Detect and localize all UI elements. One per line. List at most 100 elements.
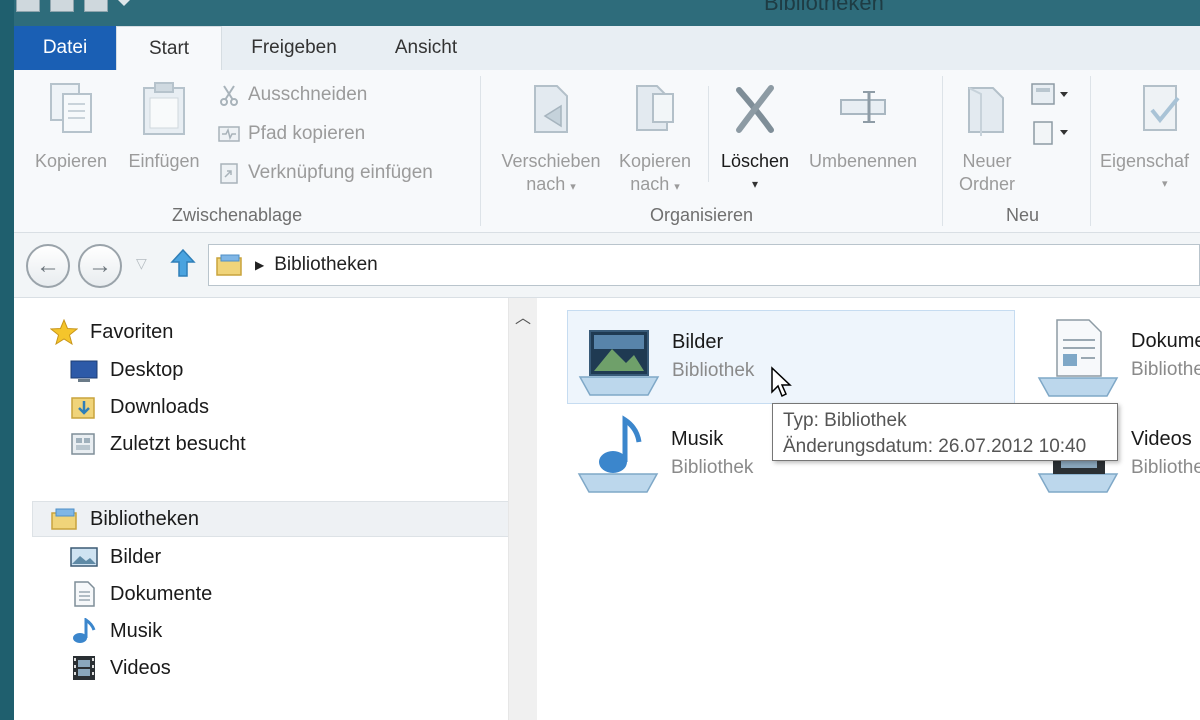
delete-x-icon <box>736 85 774 133</box>
item-name: Dokume <box>1131 330 1200 352</box>
title-bar: Bibliotheken <box>14 0 1200 26</box>
sidebar-item-favorites[interactable]: Favoriten <box>50 314 173 350</box>
explorer-window: Bibliotheken Datei Start Freigeben Ansic… <box>14 0 1200 720</box>
tooltip-modified-date: Änderungsdatum: 26.07.2012 10:40 <box>783 436 1087 457</box>
tab-freigeben[interactable]: Freigeben <box>226 26 362 70</box>
address-bar[interactable]: ▶ Bibliotheken <box>208 244 1200 286</box>
group-new-label: Neu <box>1006 205 1040 225</box>
chevron-down-icon[interactable] <box>118 0 130 12</box>
paste-button[interactable]: Einfügen <box>118 70 210 173</box>
tab-datei[interactable]: Datei <box>14 26 116 70</box>
library-item-documents[interactable]: Dokume Bibliothe <box>1027 310 1200 402</box>
quick-access-toolbar <box>16 0 130 14</box>
cut-label: Ausschneiden <box>248 84 368 105</box>
arrow-up-icon <box>170 248 196 277</box>
copy-path-icon <box>218 126 240 142</box>
documents-library-icon <box>1037 319 1119 397</box>
copy-to-icon <box>636 85 674 131</box>
easy-access-button[interactable] <box>1030 118 1070 151</box>
sidebar-item-videos[interactable]: Videos <box>70 650 171 686</box>
new-folder-button[interactable]: Neuer Ordner <box>948 70 1026 196</box>
easy-access-icon <box>1033 121 1068 145</box>
tab-ansicht[interactable]: Ansicht <box>370 26 482 70</box>
group-divider <box>942 76 943 226</box>
sidebar-item-label: Bilder <box>110 545 162 568</box>
navigation-bar: ← → ▽ ▶ Bibliotheken <box>14 233 1200 298</box>
move-to-label-2: nach <box>526 174 566 194</box>
sidebar-item-recent[interactable]: Zuletzt besucht <box>70 426 246 462</box>
sidebar-item-label: Videos <box>110 656 171 679</box>
group-divider <box>480 76 481 226</box>
breadcrumb[interactable]: Bibliotheken <box>274 254 378 276</box>
paste-shortcut-label: Verknüpfung einfügen <box>248 162 433 183</box>
sidebar-item-documents[interactable]: Dokumente <box>70 576 212 612</box>
cut-button[interactable]: Ausschneiden <box>218 84 367 106</box>
properties-icon <box>1143 85 1180 131</box>
new-item-icon <box>1031 83 1068 105</box>
chevron-up-icon[interactable]: ︿ <box>515 304 531 327</box>
forward-button[interactable]: → <box>78 244 122 288</box>
back-button[interactable]: ← <box>26 244 70 288</box>
arrow-left-icon: ← <box>36 252 60 279</box>
copy-icon <box>50 83 92 133</box>
copy-label: Kopieren <box>34 151 108 171</box>
copy-path-button[interactable]: Pfad kopieren <box>218 123 365 145</box>
breadcrumb-separator-icon[interactable]: ▶ <box>255 258 264 272</box>
recent-places-icon <box>71 433 95 455</box>
group-divider <box>1090 76 1091 226</box>
sidebar-scrollbar[interactable]: ︿ <box>508 298 537 720</box>
move-to-button[interactable]: Verschieben nach ▾ <box>492 70 610 199</box>
item-type: Bibliothek <box>671 457 754 478</box>
ribbon-tabs: Datei Start Freigeben Ansicht <box>14 26 1200 72</box>
music-library-icon <box>577 415 659 493</box>
properties-button[interactable]: Eigenschaf ▾ <box>1100 70 1200 196</box>
sidebar-item-music[interactable]: Musik <box>70 613 162 649</box>
up-button[interactable] <box>170 248 196 283</box>
new-folder-icon <box>968 87 1004 136</box>
delete-button[interactable]: Löschen ▾ <box>716 70 794 196</box>
item-name: Musik <box>671 428 724 450</box>
documents-icon <box>74 581 95 607</box>
properties-icon[interactable] <box>50 0 74 12</box>
copy-to-label-1: Kopieren <box>618 151 692 171</box>
folder-icon[interactable] <box>16 0 40 12</box>
tooltip-type: Typ: Bibliothek <box>783 410 907 431</box>
copy-to-button[interactable]: Kopieren nach ▾ <box>612 70 698 199</box>
item-type: Bibliothe <box>1131 359 1200 380</box>
copy-button[interactable]: Kopieren <box>28 70 114 173</box>
delete-label: Löschen <box>720 151 790 171</box>
sidebar-item-label: Zuletzt besucht <box>110 432 246 455</box>
scissors-icon <box>220 85 238 106</box>
file-list: Bilder Bibliothek Dokume Bibliothe Musik… <box>537 298 1200 720</box>
move-to-icon <box>534 85 568 133</box>
item-name: Bilder <box>672 331 724 353</box>
chevron-down-icon[interactable]: ▾ <box>716 173 794 196</box>
paste-shortcut-button[interactable]: Verknüpfung einfügen <box>218 162 433 184</box>
new-folder-label-2: Ordner <box>958 174 1016 194</box>
desktop-icon <box>70 360 98 382</box>
divider-line <box>708 86 709 182</box>
videos-film-icon <box>73 656 95 680</box>
mouse-cursor-icon <box>771 366 792 398</box>
libraries-icon <box>51 508 77 530</box>
star-icon <box>50 319 78 345</box>
new-folder-icon[interactable] <box>84 0 108 12</box>
recent-locations-button[interactable]: ▽ <box>136 255 147 272</box>
sidebar-item-downloads[interactable]: Downloads <box>70 389 209 425</box>
sidebar-item-label: Musik <box>110 619 163 642</box>
move-to-label-1: Verschieben <box>501 151 601 171</box>
new-item-button[interactable] <box>1030 82 1070 113</box>
sidebar-item-pictures[interactable]: Bilder <box>70 539 161 575</box>
copy-to-label-2: nach <box>630 174 670 194</box>
arrow-right-icon: → <box>88 252 112 279</box>
sidebar-item-libraries[interactable]: Bibliotheken <box>32 501 518 537</box>
tab-start[interactable]: Start <box>116 26 222 72</box>
sidebar-item-desktop[interactable]: Desktop <box>70 352 183 388</box>
new-folder-label-1: Neuer <box>962 151 1012 171</box>
sidebar-item-label: Downloads <box>110 395 209 418</box>
music-note-icon <box>73 618 96 643</box>
libraries-icon <box>216 254 242 276</box>
rename-button[interactable]: Umbenennen <box>800 70 926 173</box>
item-tooltip: Typ: Bibliothek Änderungsdatum: 26.07.20… <box>772 403 1118 461</box>
window-title: Bibliotheken <box>764 0 884 15</box>
